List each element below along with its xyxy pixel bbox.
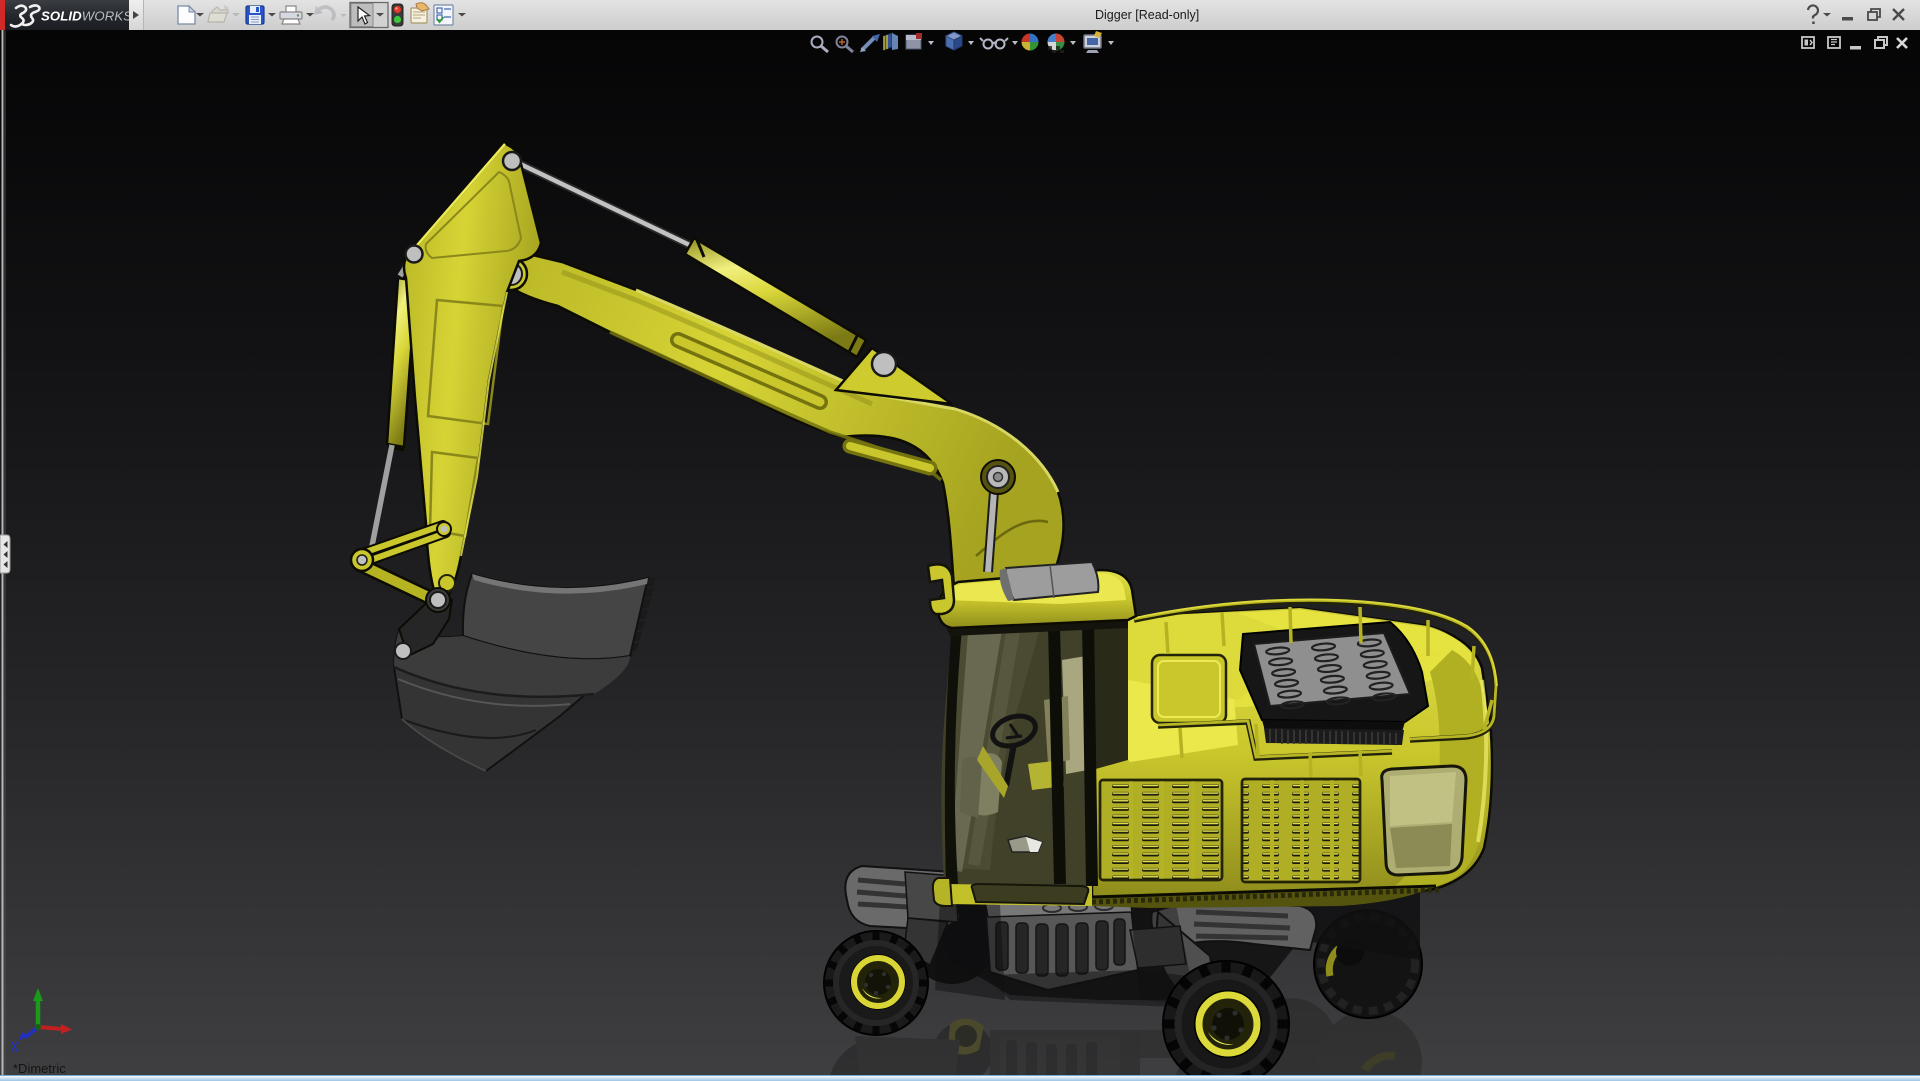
svg-text:*Dimetric: *Dimetric <box>13 1061 66 1076</box>
